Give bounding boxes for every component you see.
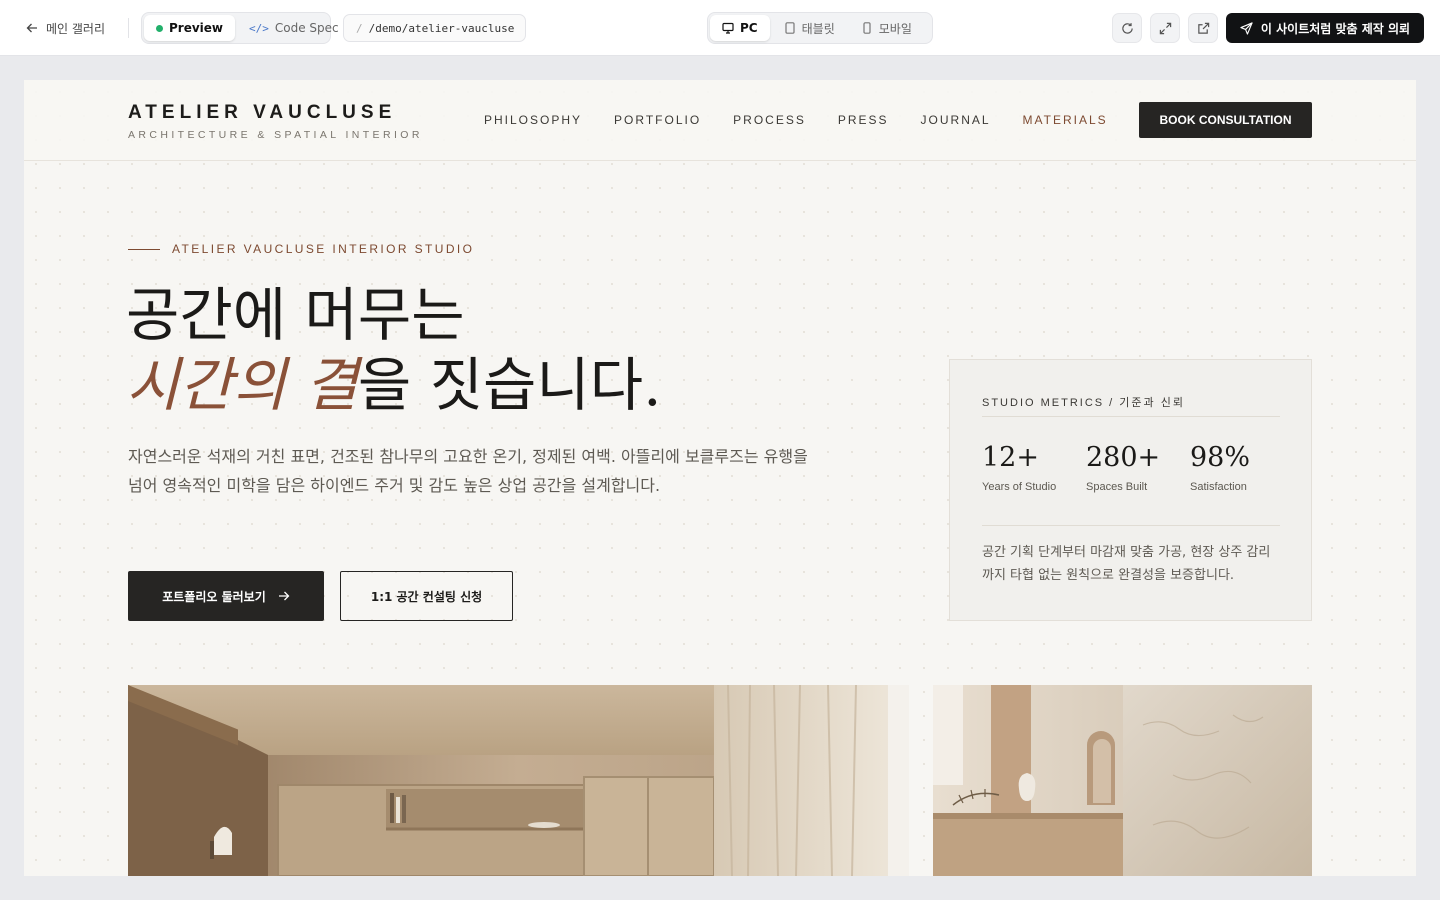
brand-logo[interactable]: ATELIER VAUCLUSE ARCHITECTURE & SPATIAL …	[128, 102, 423, 141]
metric-value: 280+	[1086, 442, 1161, 473]
device-switch: PC 태블릿 모바일	[707, 12, 933, 44]
metric-caption: Years of Studio	[982, 481, 1057, 493]
metrics-divider	[982, 416, 1280, 417]
fullscreen-button[interactable]	[1150, 13, 1180, 43]
portfolio-button[interactable]: 포트폴리오 둘러보기	[128, 571, 324, 621]
device-pc-label: PC	[740, 21, 758, 35]
eyebrow-rule	[128, 248, 160, 250]
nav-process[interactable]: PROCESS	[733, 113, 806, 127]
device-pc-button[interactable]: PC	[710, 15, 770, 41]
hero-eyebrow: ATELIER VAUCLUSE INTERIOR STUDIO	[128, 242, 474, 256]
tab-code-spec[interactable]: </> Code Spec	[237, 15, 351, 41]
hero-title: 공간에 머무는 시간의 결을 짓습니다.	[126, 280, 662, 420]
arrow-left-icon	[26, 23, 37, 33]
brand-name: ATELIER VAUCLUSE	[128, 102, 397, 123]
tablet-icon	[785, 22, 795, 34]
consulting-request-button[interactable]: 1:1 공간 컨설팅 신청	[340, 571, 513, 621]
refresh-icon	[1121, 22, 1133, 34]
device-tablet-button[interactable]: 태블릿	[772, 15, 847, 41]
device-mobile-label: 모바일	[878, 21, 912, 36]
metrics-label: STUDIO METRICS / 기준과 신뢰	[982, 397, 1185, 409]
nav-journal[interactable]: JOURNAL	[921, 113, 991, 127]
open-new-tab-button[interactable]	[1188, 13, 1218, 43]
back-label: 메인 갤러리	[46, 21, 106, 36]
back-to-gallery-link[interactable]: 메인 갤러리	[26, 19, 105, 37]
device-mobile-button[interactable]: 모바일	[849, 15, 924, 41]
metric-value: 98%	[1190, 442, 1251, 473]
metric-spaces: 280+ Spaces Built	[1086, 442, 1160, 493]
metric-caption: Spaces Built	[1086, 481, 1148, 493]
metric-years: 12+ Years of Studio	[982, 442, 1056, 493]
book-consultation-button[interactable]: BOOK CONSULTATION	[1139, 102, 1312, 138]
nav-philosophy[interactable]: PHILOSOPHY	[484, 113, 582, 127]
refresh-button[interactable]	[1112, 13, 1142, 43]
hero-title-line2: 을 짓습니다.	[357, 351, 662, 419]
tab-code-spec-label: Code Spec	[274, 21, 339, 35]
preview-frame: ATELIER VAUCLUSE ARCHITECTURE & SPATIAL …	[24, 80, 1416, 876]
portfolio-photo-living-room	[128, 685, 909, 876]
device-tablet-label: 태블릿	[801, 21, 835, 36]
nav-materials[interactable]: MATERIALS	[1023, 113, 1108, 127]
eyebrow-text: ATELIER VAUCLUSE INTERIOR STUDIO	[172, 242, 475, 256]
url-path-text: /demo/atelier-vaucluse	[368, 21, 515, 35]
studio-metrics-card: STUDIO METRICS / 기준과 신뢰 12+ Years of Stu…	[949, 359, 1312, 621]
nav-press[interactable]: PRESS	[838, 113, 889, 127]
expand-icon	[1159, 22, 1171, 34]
metrics-divider	[982, 525, 1280, 526]
metric-value: 12+	[982, 442, 1039, 473]
metric-caption: Satisfaction	[1190, 481, 1247, 493]
tab-preview-label: Preview	[169, 21, 224, 35]
external-link-icon	[1197, 22, 1209, 34]
site-header: ATELIER VAUCLUSE ARCHITECTURE & SPATIAL …	[24, 80, 1416, 161]
send-icon	[1240, 21, 1253, 35]
metric-satisfaction: 98% Satisfaction	[1190, 442, 1250, 493]
url-path-field[interactable]: / /demo/atelier-vaucluse	[343, 14, 526, 42]
interior-room-image	[128, 685, 909, 876]
live-status-dot-icon	[156, 24, 163, 32]
monitor-icon	[722, 22, 734, 34]
metrics-note: 공간 기획 단계부터 마감재 맞춤 가공, 현장 상주 감리까지 타협 없는 원…	[982, 545, 1271, 583]
arrow-right-icon	[278, 591, 290, 601]
hero-title-accent: 시간의 결	[126, 351, 358, 419]
code-icon: </>	[249, 21, 269, 35]
path-slash-icon: /	[356, 21, 363, 35]
main-nav: PHILOSOPHY PORTFOLIO PROCESS PRESS JOURN…	[484, 113, 1108, 127]
hero-description: 자연스러운 석재의 거친 표면, 건조된 참나무의 고요한 온기, 정제된 여백…	[128, 447, 808, 495]
portfolio-button-label: 포트폴리오 둘러보기	[162, 589, 266, 604]
toolbar-divider	[128, 18, 129, 38]
custom-build-request-label: 이 사이트처럼 맞춤 제작 의뢰	[1260, 21, 1411, 36]
brand-tagline: ARCHITECTURE & SPATIAL INTERIOR	[128, 129, 423, 141]
viewer-toolbar: 메인 갤러리 Preview </> Code Spec / /demo/ate…	[0, 0, 1440, 56]
tab-preview[interactable]: Preview	[144, 15, 236, 41]
smartphone-icon	[863, 22, 871, 34]
custom-build-request-button[interactable]: 이 사이트처럼 맞춤 제작 의뢰	[1226, 13, 1424, 43]
hero-title-line1: 공간에 머무는	[126, 281, 465, 349]
view-mode-switch: Preview </> Code Spec	[141, 12, 339, 44]
portfolio-photo-material-detail	[933, 685, 1312, 876]
nav-portfolio[interactable]: PORTFOLIO	[614, 113, 701, 127]
plaster-wall-image	[933, 685, 1312, 876]
